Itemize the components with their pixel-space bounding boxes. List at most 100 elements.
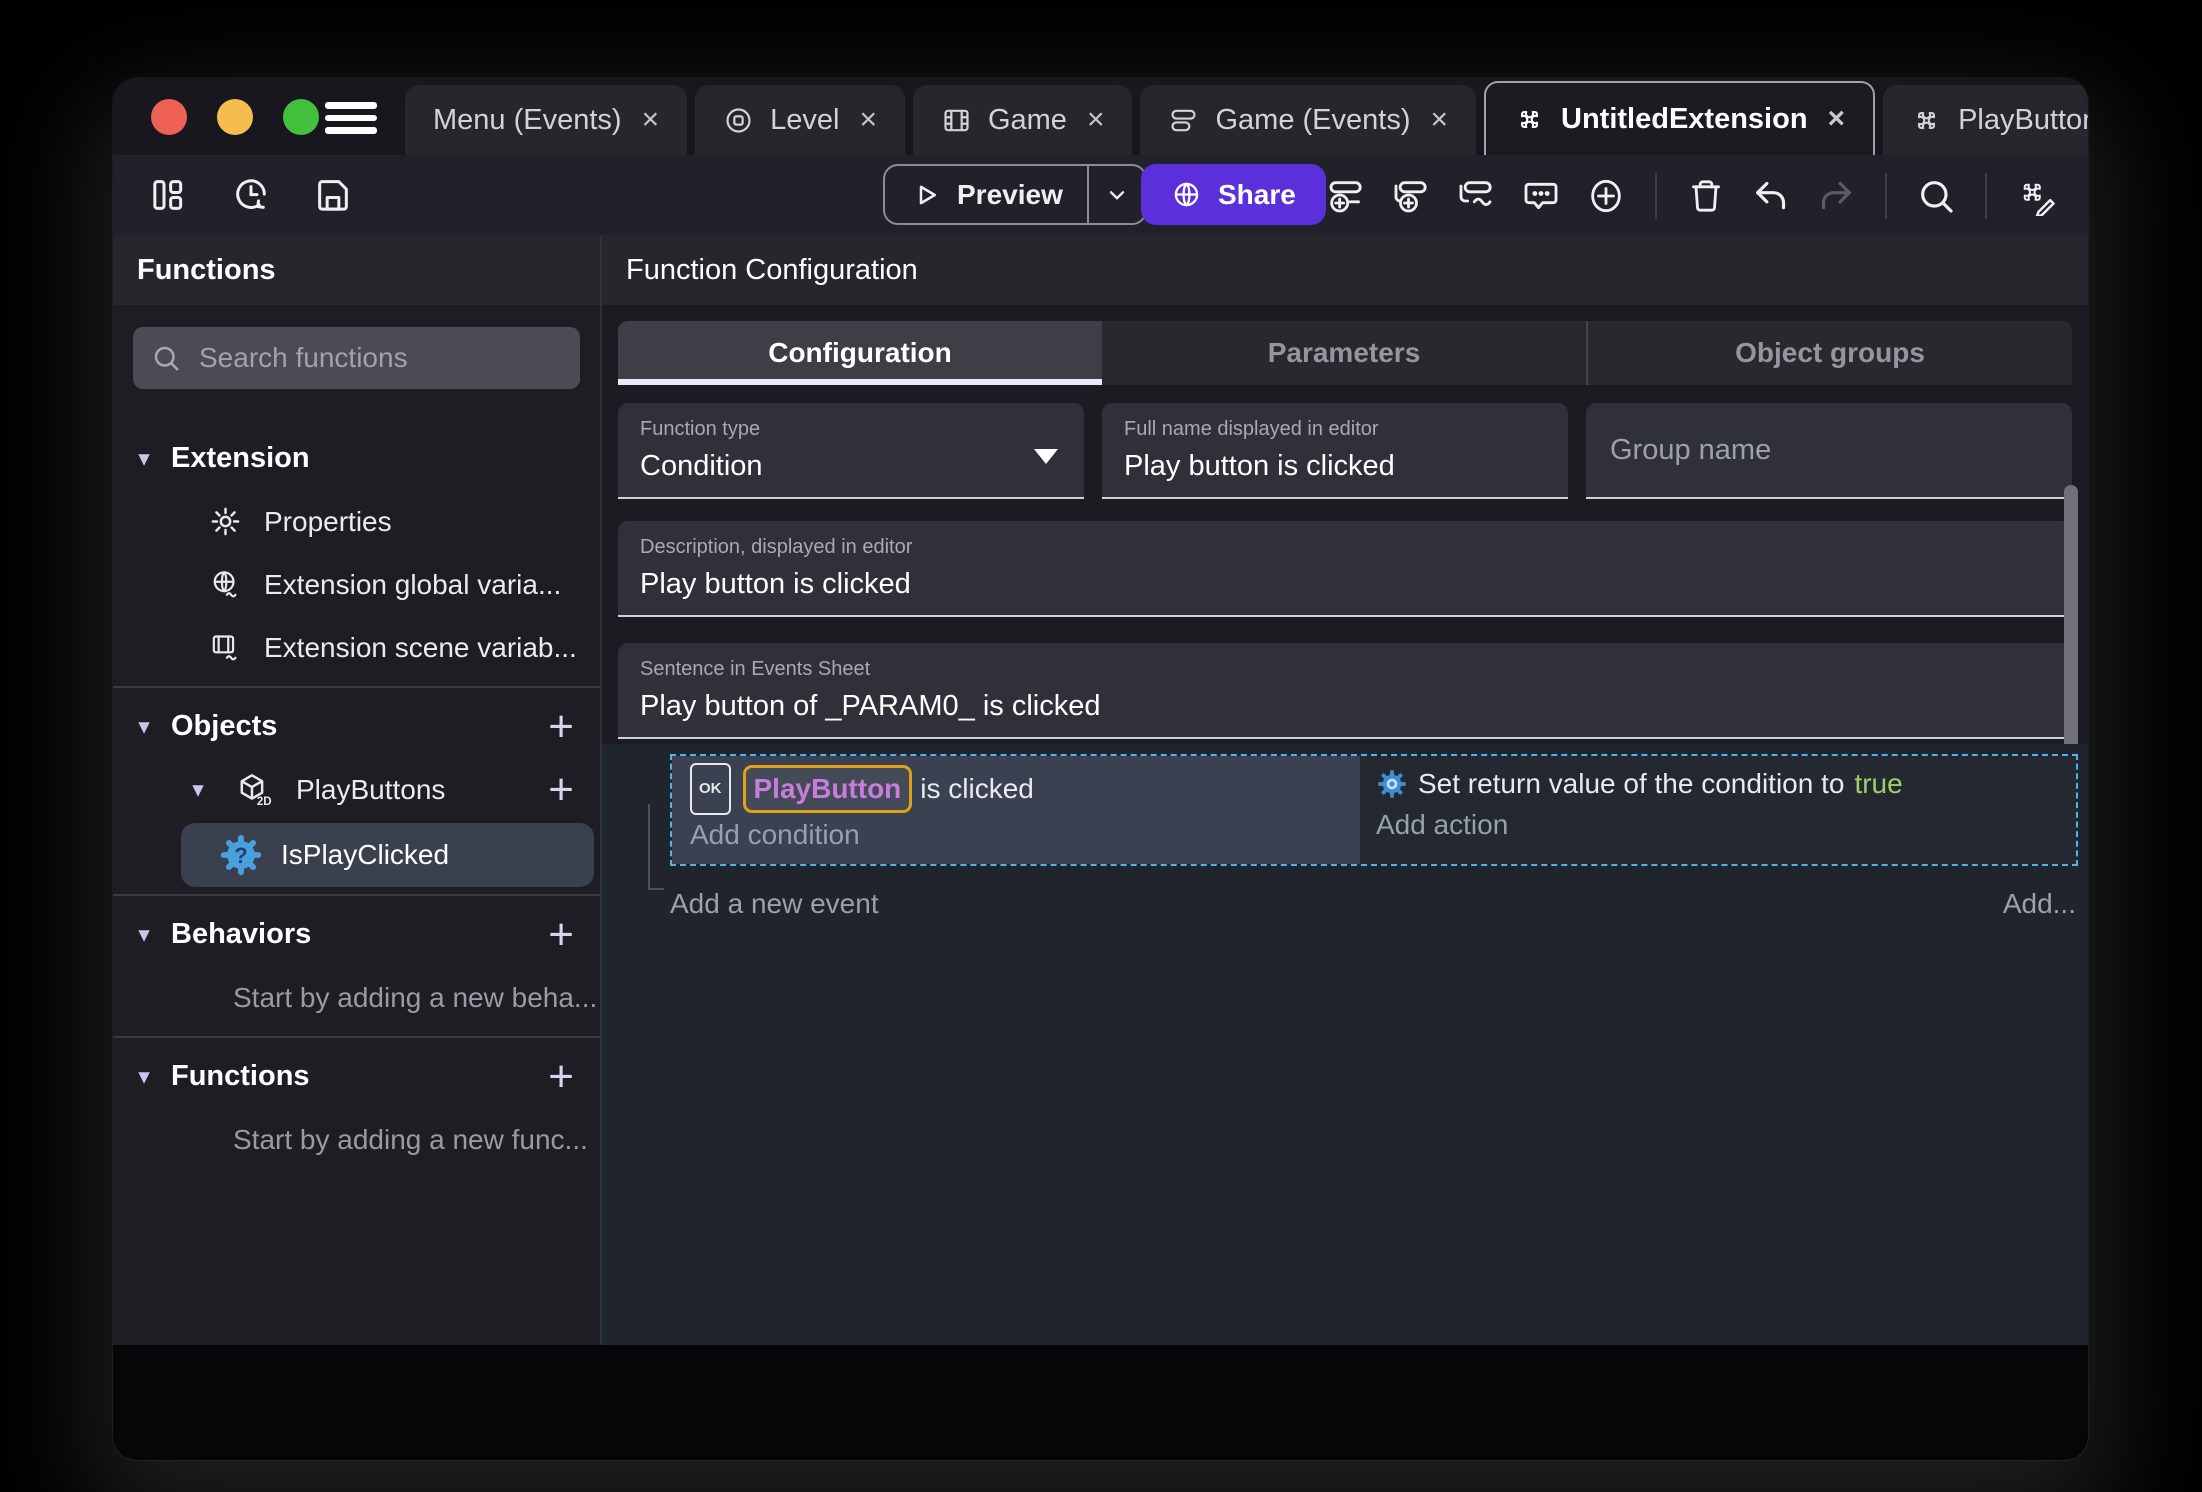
section-label: Behaviors — [171, 918, 312, 950]
divider — [1985, 173, 1987, 219]
undo-icon[interactable] — [1751, 176, 1791, 216]
editor-tabs: Menu (Events) × Level × Game × Game (Eve… — [405, 81, 2088, 155]
preview-button[interactable]: Preview — [883, 164, 1147, 225]
close-window-button[interactable] — [151, 99, 187, 135]
object-label: PlayButtons — [296, 773, 446, 805]
tab-label: Level — [770, 103, 840, 136]
add-comment-icon[interactable] — [1521, 176, 1561, 216]
section-extension[interactable]: ▾ Extension — [113, 427, 600, 490]
add-behavior-button[interactable]: + — [548, 912, 574, 957]
film-icon — [944, 109, 969, 131]
delete-icon[interactable] — [1686, 176, 1726, 216]
section-label: Extension — [171, 442, 310, 474]
search-box[interactable] — [133, 327, 580, 389]
window-controls — [151, 99, 319, 135]
add-subevent-icon[interactable] — [1391, 176, 1431, 216]
section-objects[interactable]: ▾ Objects + — [113, 695, 600, 758]
tab-configuration[interactable]: Configuration — [618, 321, 1102, 385]
sidebar-tree: ▾ Extension Properties Extension global … — [113, 427, 600, 1171]
object-chip[interactable]: PlayButton — [742, 765, 913, 813]
divider — [1885, 173, 1887, 219]
section-label: Functions — [171, 1060, 310, 1092]
add-condition-button[interactable]: Add condition — [690, 815, 1360, 855]
history-icon[interactable] — [231, 175, 271, 215]
field-value: Play button is clicked — [640, 568, 911, 600]
sidebar-item-extension-scene-variables[interactable]: Extension scene variab... — [113, 616, 600, 679]
gear-badge-icon — [1377, 770, 1406, 798]
tab-playbuttons-object[interactable]: PlayButtons (Object) × — [1883, 85, 2088, 155]
add-button[interactable]: Add... — [2003, 888, 2076, 920]
add-other-event-icon[interactable] — [1456, 176, 1496, 216]
close-icon[interactable]: × — [642, 103, 660, 137]
configuration-form: Function type Condition Full name displa… — [602, 385, 2088, 803]
close-icon[interactable]: × — [859, 103, 877, 137]
redo-icon[interactable] — [1816, 176, 1856, 216]
sidebar-item-properties[interactable]: Properties — [113, 490, 600, 553]
sidebar-item-extension-global-variables[interactable]: Extension global varia... — [113, 553, 600, 616]
tab-level[interactable]: Level × — [695, 85, 905, 155]
sidebar-body: ▾ Extension Properties Extension global … — [113, 305, 600, 1345]
condition-instruction[interactable]: OK PlayButton is clicked — [690, 763, 1360, 815]
field-value: Condition — [640, 450, 763, 482]
menu-icon[interactable] — [325, 102, 377, 134]
tab-object-groups[interactable]: Object groups — [1586, 321, 2072, 385]
function-type-select[interactable]: Function type Condition — [618, 403, 1084, 499]
collapse-arrow-icon[interactable]: ▾ — [183, 776, 213, 803]
play-icon — [919, 185, 936, 204]
add-action-button[interactable]: Add action — [1376, 805, 2076, 845]
sidebar-item-isplayclicked[interactable]: ? IsPlayClicked — [181, 823, 594, 887]
events-icon — [1171, 109, 1197, 131]
search-input[interactable] — [197, 341, 562, 375]
collapse-arrow-icon[interactable]: ▾ — [129, 921, 159, 948]
divider — [113, 686, 600, 688]
close-icon[interactable]: × — [1828, 102, 1846, 136]
add-new-event-button[interactable]: Add a new event — [670, 888, 879, 920]
sidebar-item-playbuttons[interactable]: ▾ 2D PlayButtons + — [113, 758, 600, 821]
tab-menu-events[interactable]: Menu (Events) × — [405, 85, 688, 155]
add-circle-icon[interactable] — [1586, 176, 1626, 216]
action-instruction[interactable]: Set return value of the condition to tru… — [1376, 763, 2076, 805]
tab-label: PlayButtons (Object) — [1958, 103, 2088, 136]
sentence-field[interactable]: Sentence in Events Sheet Play button of … — [618, 643, 2072, 739]
tab-untitled-extension[interactable]: UntitledExtension × — [1484, 81, 1876, 155]
share-button[interactable]: Share — [1141, 164, 1326, 225]
tab-game-events[interactable]: Game (Events) × — [1140, 85, 1477, 155]
zoom-window-button[interactable] — [283, 99, 319, 135]
tab-parameters[interactable]: Parameters — [1102, 321, 1586, 385]
action-text: Set return value of the condition to — [1417, 768, 1845, 799]
group-name-field[interactable] — [1586, 403, 2072, 499]
section-functions[interactable]: ▾ Functions + — [113, 1045, 600, 1108]
edit-extension-icon[interactable] — [2016, 176, 2056, 216]
extension-icon — [1520, 110, 1539, 128]
collapse-arrow-icon[interactable]: ▾ — [129, 445, 159, 472]
add-object-button[interactable]: + — [548, 704, 574, 749]
add-event-icon[interactable] — [1326, 176, 1366, 216]
full-name-field[interactable]: Full name displayed in editor Play butto… — [1102, 403, 1568, 499]
sidebar-title: Functions — [113, 235, 600, 305]
description-field[interactable]: Description, displayed in editor Play bu… — [618, 521, 2072, 617]
actions-column[interactable]: Set return value of the condition to tru… — [1360, 756, 2076, 864]
panel-title: Function Configuration — [602, 235, 2088, 305]
close-icon[interactable]: × — [1087, 103, 1105, 137]
group-name-input[interactable] — [1608, 432, 2050, 468]
conditions-column[interactable]: OK PlayButton is clicked Add condition — [672, 756, 1360, 864]
save-icon[interactable] — [313, 175, 353, 215]
minimize-window-button[interactable] — [217, 99, 253, 135]
collapse-arrow-icon[interactable]: ▾ — [129, 713, 159, 740]
events-footer: Add a new event Add... — [670, 888, 2076, 920]
close-icon[interactable]: × — [1430, 103, 1448, 137]
section-behaviors[interactable]: ▾ Behaviors + — [113, 903, 600, 966]
tab-game[interactable]: Game × — [912, 85, 1133, 155]
toolbar-left-group — [149, 175, 353, 215]
event-row-selected[interactable]: OK PlayButton is clicked Add condition S… — [670, 754, 2078, 866]
search-icon[interactable] — [1916, 176, 1956, 216]
sidebar-item-label: Extension global varia... — [264, 568, 562, 600]
field-label: Function type — [640, 418, 761, 440]
add-function-button[interactable]: + — [548, 1054, 574, 1099]
collapse-arrow-icon[interactable]: ▾ — [129, 1063, 159, 1090]
add-object-function-button[interactable]: + — [548, 767, 574, 812]
preview-options-button[interactable] — [1086, 166, 1145, 223]
divider — [113, 1036, 600, 1038]
action-value[interactable]: true — [1854, 763, 1902, 805]
project-manager-icon[interactable] — [149, 175, 189, 215]
